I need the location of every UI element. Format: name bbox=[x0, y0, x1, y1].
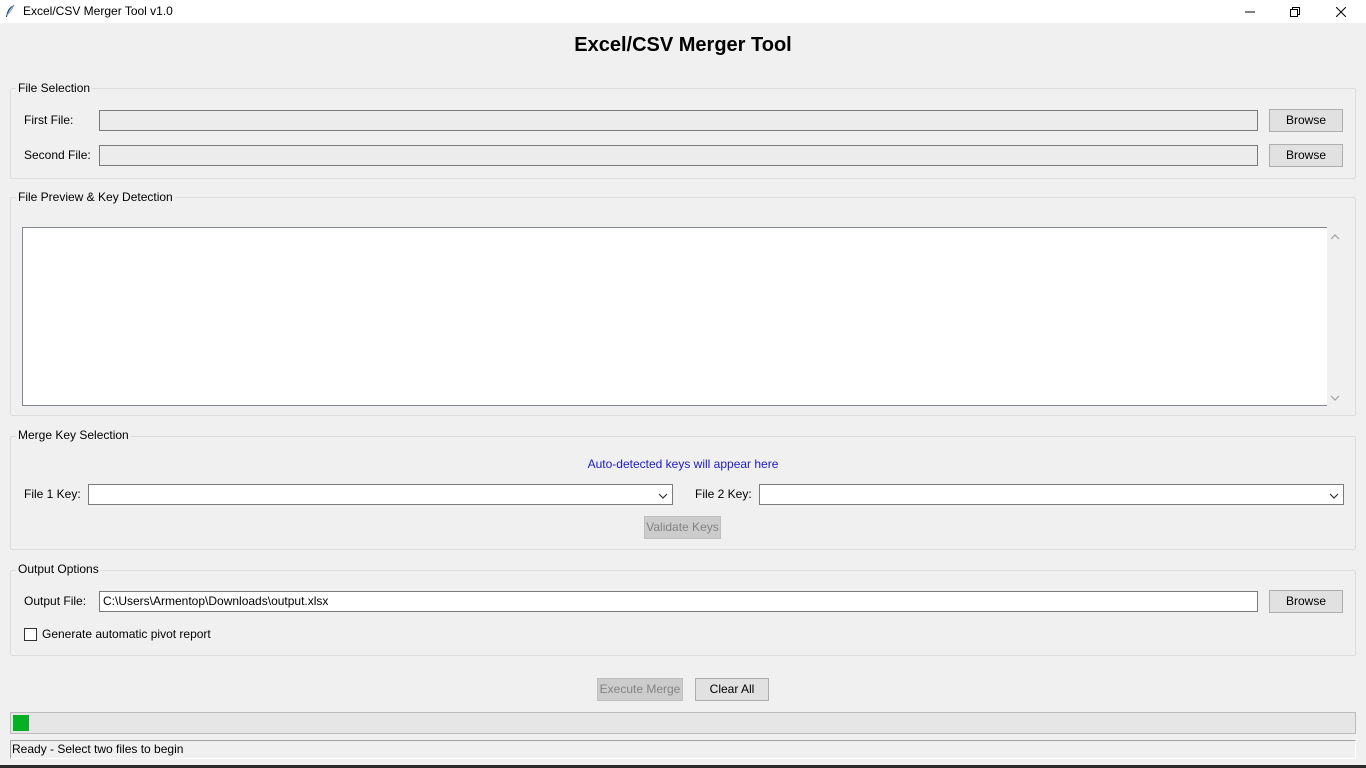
preview-scrollbar[interactable] bbox=[1327, 227, 1343, 406]
auto-detected-keys-info: Auto-detected keys will appear here bbox=[587, 457, 779, 471]
merge-key-group-label: Merge Key Selection bbox=[16, 428, 131, 442]
app-window: Excel/CSV Merger Tool v1.0 Excel/CSV Mer… bbox=[0, 0, 1366, 768]
page-title: Excel/CSV Merger Tool bbox=[574, 34, 792, 56]
window-title: Excel/CSV Merger Tool v1.0 bbox=[23, 4, 173, 18]
minimize-button[interactable] bbox=[1227, 0, 1273, 23]
file1-key-label: File 1 Key: bbox=[24, 487, 81, 501]
file1-key-select[interactable] bbox=[88, 484, 673, 505]
second-file-browse-button[interactable]: Browse bbox=[1269, 144, 1343, 167]
minimize-icon bbox=[1245, 7, 1255, 17]
first-file-input[interactable] bbox=[99, 110, 1258, 131]
close-icon bbox=[1336, 6, 1346, 17]
status-bar: Ready - Select two files to begin bbox=[10, 740, 1356, 759]
chevron-down-icon[interactable] bbox=[1330, 392, 1340, 402]
chevron-down-icon bbox=[658, 490, 668, 500]
clear-all-button[interactable]: Clear All bbox=[695, 678, 769, 701]
output-file-input[interactable]: C:\Users\Armentop\Downloads\output.xlsx bbox=[99, 591, 1258, 612]
second-file-input[interactable] bbox=[99, 145, 1258, 166]
file2-key-label: File 2 Key: bbox=[695, 487, 752, 501]
chevron-up-icon[interactable] bbox=[1330, 231, 1340, 241]
pivot-report-checkbox[interactable] bbox=[24, 628, 37, 641]
output-file-label: Output File: bbox=[24, 594, 87, 608]
progress-bar-fill bbox=[13, 715, 29, 731]
preview-group-label: File Preview & Key Detection bbox=[16, 190, 175, 204]
restore-button[interactable] bbox=[1272, 0, 1318, 23]
output-options-group bbox=[10, 570, 1356, 656]
first-file-browse-button[interactable]: Browse bbox=[1269, 109, 1343, 132]
title-bar: Excel/CSV Merger Tool v1.0 bbox=[0, 0, 1366, 23]
first-file-label: First File: bbox=[24, 113, 74, 127]
output-options-group-label: Output Options bbox=[16, 562, 101, 576]
preview-textarea[interactable] bbox=[22, 227, 1328, 406]
chevron-down-icon bbox=[1329, 490, 1339, 500]
execute-merge-button[interactable]: Execute Merge bbox=[597, 678, 683, 701]
close-button[interactable] bbox=[1318, 0, 1364, 23]
output-browse-button[interactable]: Browse bbox=[1269, 590, 1343, 613]
file2-key-select[interactable] bbox=[759, 484, 1344, 505]
restore-icon bbox=[1290, 6, 1300, 17]
feather-icon bbox=[4, 4, 16, 18]
second-file-label: Second File: bbox=[24, 148, 91, 162]
pivot-report-label[interactable]: Generate automatic pivot report bbox=[42, 627, 211, 641]
file-selection-group-label: File Selection bbox=[16, 81, 93, 95]
progress-bar bbox=[10, 712, 1356, 734]
validate-keys-button[interactable]: Validate Keys bbox=[644, 516, 721, 539]
